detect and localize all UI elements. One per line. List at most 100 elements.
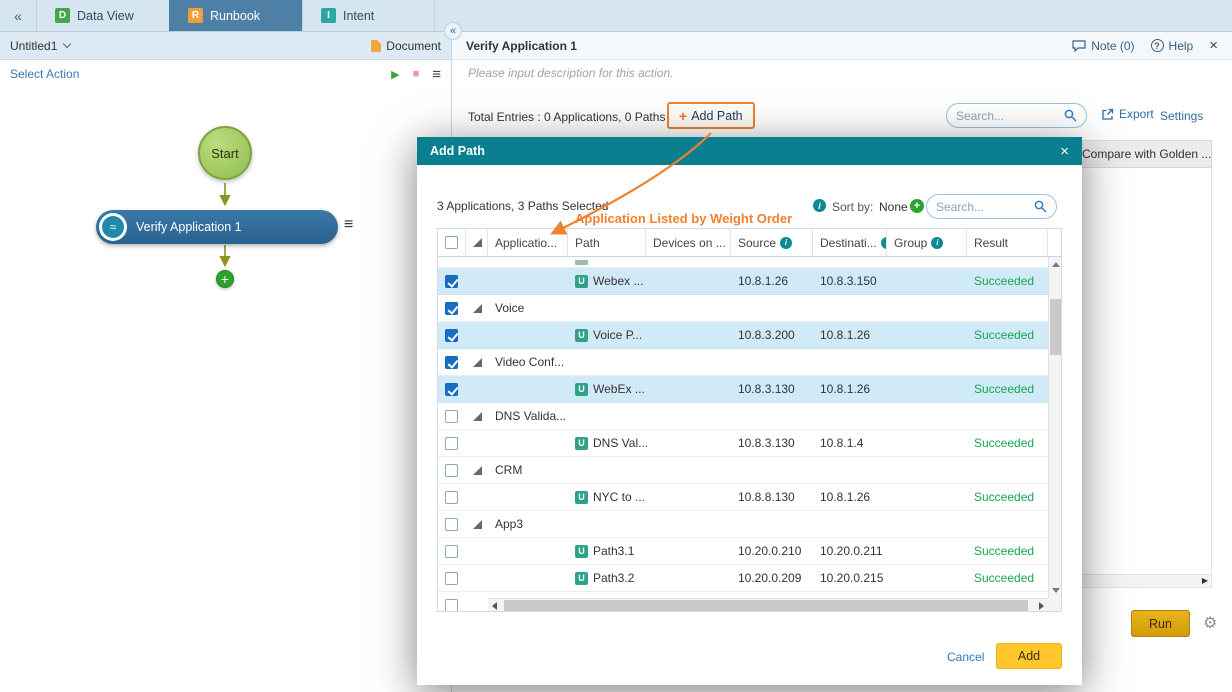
- path-row[interactable]: UWebEx ...10.8.3.13010.8.1.26Succeeded: [438, 376, 1048, 403]
- path-row[interactable]: UPath3.210.20.0.20910.20.0.215Succeeded: [438, 565, 1048, 592]
- destination-cell: [813, 457, 887, 483]
- scroll-left-icon[interactable]: [492, 602, 497, 610]
- add-sort-icon[interactable]: [910, 199, 924, 213]
- result-cell: Succeeded: [967, 322, 1048, 348]
- row-checkbox[interactable]: [445, 329, 458, 342]
- runbook-title-dropdown[interactable]: Untitled1: [10, 39, 70, 53]
- tab-intent[interactable]: IIntent: [302, 0, 435, 31]
- horizontal-scroll-thumb[interactable]: [504, 600, 1028, 611]
- clipped-row-top[interactable]: [438, 257, 1048, 268]
- path-row[interactable]: UPath3.110.20.0.21010.20.0.211Succeeded: [438, 538, 1048, 565]
- gear-icon[interactable]: ⚙: [1203, 613, 1217, 633]
- underlying-hscrollbar[interactable]: ▶: [1080, 574, 1212, 588]
- modal-close-icon[interactable]: ×: [1060, 143, 1069, 160]
- document-button[interactable]: Document: [371, 39, 441, 53]
- column-destinati[interactable]: Destinati...i: [813, 229, 887, 256]
- collapse-tabs-icon[interactable]: «: [0, 0, 36, 31]
- path-row[interactable]: UWebex ...10.8.1.2610.8.3.150Succeeded: [438, 268, 1048, 295]
- column-source[interactable]: Sourcei: [731, 229, 813, 256]
- tab-runbook[interactable]: RRunbook: [169, 0, 302, 31]
- column-applicatio[interactable]: Applicatio...: [488, 229, 568, 256]
- row-checkbox[interactable]: [445, 491, 458, 504]
- checkbox-cell: [438, 511, 466, 537]
- row-checkbox[interactable]: [445, 572, 458, 585]
- path-search-input[interactable]: Search...: [946, 103, 1087, 128]
- sort-info-icon[interactable]: i: [813, 199, 826, 212]
- collapse-group-icon[interactable]: [473, 520, 482, 529]
- plus-icon: +: [679, 108, 687, 124]
- sort-by-value[interactable]: None: [879, 200, 908, 214]
- compare-golden-column-header[interactable]: Compare with Golden ...: [1082, 147, 1211, 161]
- column-select-all[interactable]: [438, 229, 466, 256]
- run-button[interactable]: Run: [1131, 610, 1190, 637]
- scroll-up-icon[interactable]: [1052, 262, 1060, 267]
- tab-data-view[interactable]: DData View: [36, 0, 169, 31]
- application-row[interactable]: Video Conf...: [438, 349, 1048, 376]
- stop-runbook-icon[interactable]: ■: [413, 68, 420, 80]
- path-cell: UWebEx ...: [568, 376, 646, 402]
- application-row[interactable]: CRM: [438, 457, 1048, 484]
- collapse-group-icon[interactable]: [473, 466, 482, 475]
- modal-search-input[interactable]: Search...: [926, 194, 1057, 219]
- collapse-group-icon[interactable]: [473, 358, 482, 367]
- application-row[interactable]: Voice: [438, 295, 1048, 322]
- column-expand-all[interactable]: [466, 229, 488, 256]
- table-horizontal-scrollbar[interactable]: [488, 598, 1048, 611]
- panel-collapse-handle[interactable]: «: [444, 22, 462, 40]
- path-row[interactable]: UDNS Val...10.8.3.13010.8.1.4Succeeded: [438, 430, 1048, 457]
- add-path-button[interactable]: + Add Path: [667, 102, 755, 129]
- row-checkbox[interactable]: [445, 518, 458, 531]
- column-group[interactable]: Groupi: [887, 229, 967, 256]
- row-checkbox[interactable]: [445, 437, 458, 450]
- add-button[interactable]: Add: [996, 643, 1062, 669]
- runbook-menu-icon[interactable]: ≡: [432, 66, 441, 83]
- note-button[interactable]: Note (0): [1072, 39, 1134, 53]
- path-row[interactable]: UVoice P...10.8.3.20010.8.1.26Succeeded: [438, 322, 1048, 349]
- start-node[interactable]: Start: [198, 126, 252, 180]
- add-node-button[interactable]: +: [216, 270, 234, 288]
- row-checkbox[interactable]: [445, 302, 458, 315]
- vertical-scroll-thumb[interactable]: [1050, 299, 1061, 355]
- settings-button[interactable]: Settings: [1160, 109, 1203, 123]
- application-name: Video Conf...: [495, 355, 564, 369]
- table-vertical-scrollbar[interactable]: [1048, 257, 1061, 598]
- path-cell: [568, 403, 646, 429]
- checkbox-cell: [438, 538, 466, 564]
- help-button[interactable]: ? Help: [1151, 39, 1194, 53]
- result-cell: Succeeded: [967, 538, 1048, 564]
- select-action-link[interactable]: Select Action: [10, 67, 79, 81]
- collapse-all-icon[interactable]: [473, 238, 482, 247]
- table-right-border: [1211, 168, 1212, 574]
- export-button[interactable]: Export: [1101, 107, 1154, 121]
- column-result[interactable]: Result: [967, 229, 1048, 256]
- scroll-right-icon[interactable]: [1039, 602, 1044, 610]
- application-row[interactable]: App3: [438, 511, 1048, 538]
- collapse-group-icon[interactable]: [473, 412, 482, 421]
- row-checkbox[interactable]: [445, 599, 458, 612]
- destination-cell: 10.20.0.215: [813, 565, 887, 591]
- path-row[interactable]: UNYC to ...10.8.8.13010.8.1.26Succeeded: [438, 484, 1048, 511]
- path-name: DNS Val...: [593, 436, 648, 450]
- collapse-group-icon[interactable]: [473, 304, 482, 313]
- column-devices-on[interactable]: Devices on ...: [646, 229, 731, 256]
- node-menu-icon[interactable]: ≡: [344, 216, 353, 234]
- row-checkbox[interactable]: [445, 410, 458, 423]
- row-checkbox[interactable]: [445, 275, 458, 288]
- cancel-button[interactable]: Cancel: [947, 650, 984, 664]
- row-checkbox[interactable]: [445, 383, 458, 396]
- close-panel-icon[interactable]: ×: [1209, 37, 1218, 54]
- row-checkbox[interactable]: [445, 464, 458, 477]
- modal-table-header: Applicatio...PathDevices on ...SourceiDe…: [438, 229, 1061, 257]
- info-icon[interactable]: i: [931, 237, 943, 249]
- action-node-icon: ≈: [99, 213, 127, 241]
- action-node-verify-application[interactable]: ≈ Verify Application 1: [96, 210, 338, 244]
- run-runbook-icon[interactable]: ▶: [391, 68, 399, 81]
- row-checkbox[interactable]: [445, 356, 458, 369]
- action-description-placeholder[interactable]: Please input description for this action…: [452, 60, 1232, 86]
- row-checkbox[interactable]: [445, 545, 458, 558]
- info-icon[interactable]: i: [780, 237, 792, 249]
- column-path[interactable]: Path: [568, 229, 646, 256]
- select-all-checkbox[interactable]: [445, 236, 458, 249]
- scroll-down-icon[interactable]: [1052, 588, 1060, 593]
- application-row[interactable]: DNS Valida...: [438, 403, 1048, 430]
